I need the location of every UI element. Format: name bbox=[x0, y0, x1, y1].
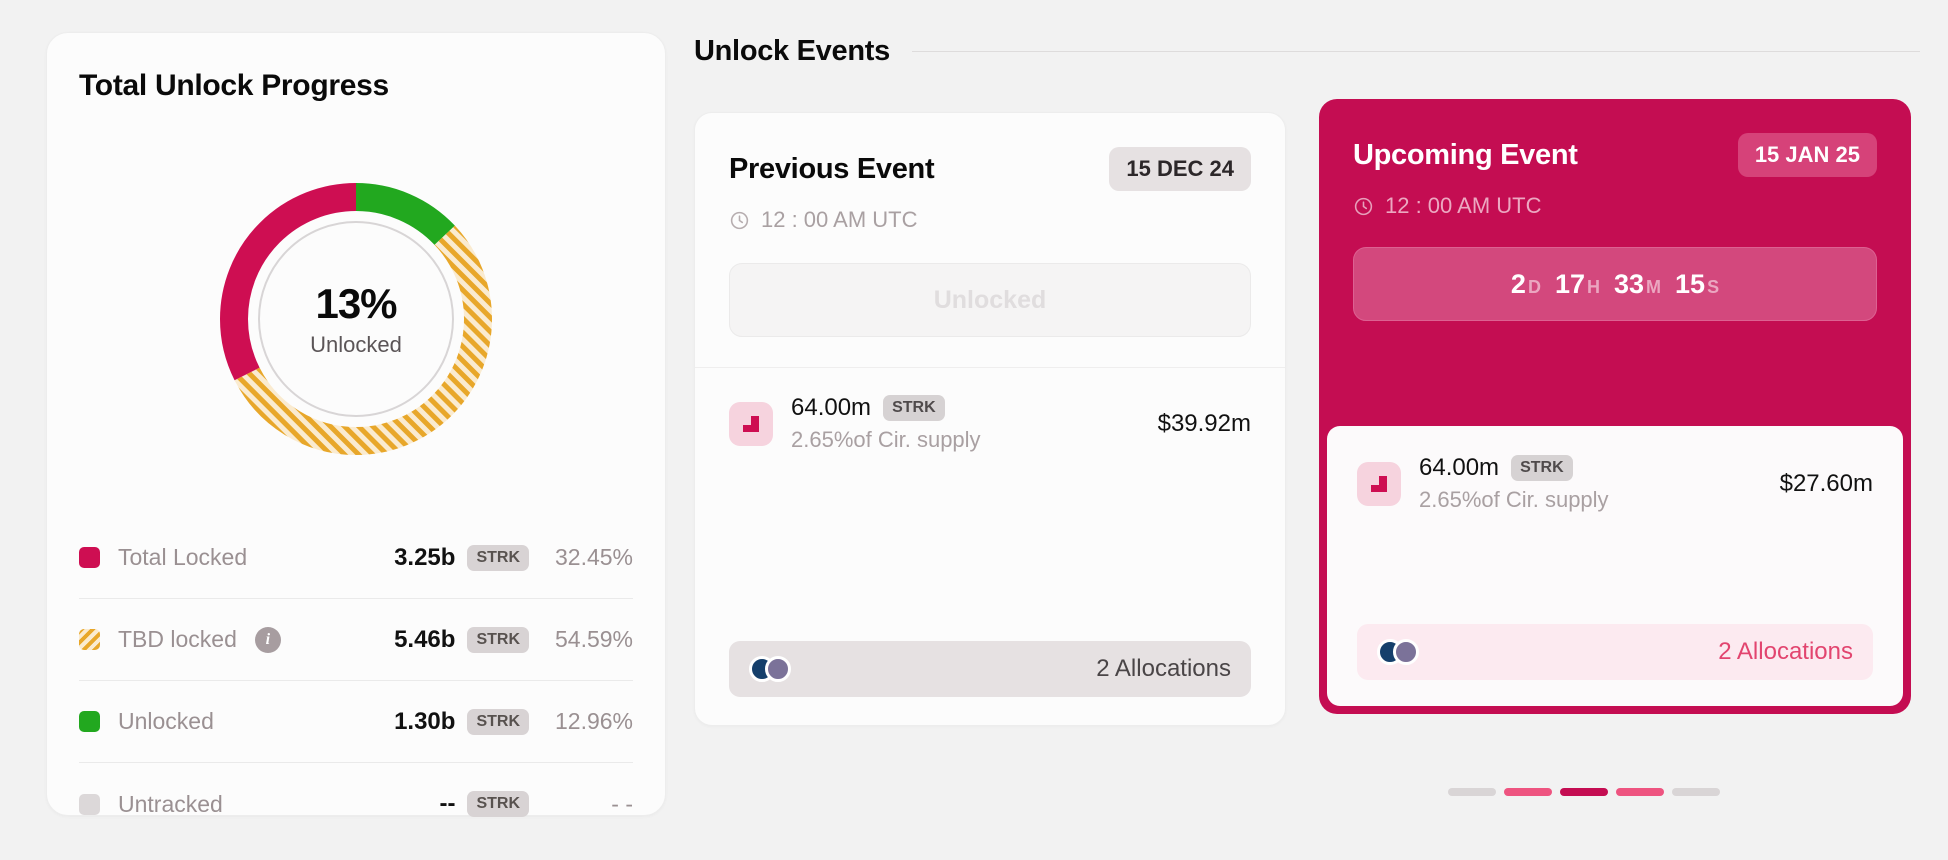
countdown-hours: 17 H bbox=[1555, 269, 1600, 300]
allocation-token-icon bbox=[1357, 461, 1401, 506]
legend-percent-unlocked: 12.96% bbox=[554, 708, 633, 734]
previous-event-card[interactable]: Previous Event 15 DEC 24 12 : 00 AM UTC … bbox=[694, 112, 1286, 726]
countdown-minutes-value: 33 bbox=[1613, 268, 1645, 299]
legend-chip-untracked: STRK bbox=[467, 791, 529, 817]
upcoming-event-title: Upcoming Event bbox=[1353, 138, 1578, 171]
upcoming-allocation-supply-note: 2.65%of Cir. supply bbox=[1419, 487, 1609, 512]
swatch-total-locked-icon bbox=[79, 547, 100, 568]
unlock-legend-table: Total Locked 3.25b STRK 32.45% TBD locke… bbox=[79, 517, 633, 845]
previous-allocation-usd: $39.92m bbox=[1157, 409, 1251, 437]
pagination-dot-5[interactable] bbox=[1672, 788, 1720, 796]
upcoming-event-time: 12 : 00 AM UTC bbox=[1353, 193, 1877, 219]
previous-allocation-text: 64.00m STRK 2.65%of Cir. supply bbox=[791, 394, 981, 453]
upcoming-allocation-chip: STRK bbox=[1511, 455, 1573, 481]
upcoming-event-date-badge: 15 JAN 25 bbox=[1737, 133, 1877, 177]
unlock-donut-chart: 13% Unlocked bbox=[210, 173, 502, 465]
legend-chip-tbd-locked: STRK bbox=[467, 626, 529, 653]
upcoming-allocation-row: 64.00m STRK 2.65%of Cir. supply $27.60m bbox=[1327, 426, 1903, 513]
previous-event-header: Previous Event 15 DEC 24 12 : 00 AM UTC … bbox=[695, 113, 1285, 367]
countdown-days-value: 2 bbox=[1510, 268, 1526, 299]
previous-event-time-text: 12 : 00 AM UTC bbox=[761, 207, 918, 232]
upcoming-event-time-text: 12 : 00 AM UTC bbox=[1385, 193, 1542, 218]
unlock-events-header: Unlock Events bbox=[694, 30, 1920, 72]
countdown-seconds-unit: S bbox=[1707, 276, 1720, 297]
previous-allocation-amount: 64.00m bbox=[791, 394, 872, 421]
legend-row-unlocked: Unlocked 1.30b STRK 12.96% bbox=[79, 681, 633, 763]
previous-allocation-supply-note: 2.65%of Cir. supply bbox=[791, 427, 981, 452]
countdown-hours-value: 17 bbox=[1554, 268, 1585, 299]
legend-value-tbd-locked: 5.46b bbox=[394, 625, 456, 653]
avatar bbox=[765, 656, 791, 682]
upcoming-event-header: Upcoming Event 15 JAN 25 12 : 00 AM UTC … bbox=[1319, 99, 1911, 349]
countdown-seconds-value: 15 bbox=[1675, 268, 1706, 299]
previous-event-title: Previous Event bbox=[729, 152, 935, 185]
donut-center-label: 13% Unlocked bbox=[258, 221, 454, 417]
swatch-tbd-locked-icon bbox=[79, 629, 100, 650]
countdown-seconds: 15 S bbox=[1675, 269, 1719, 300]
countdown-days-unit: D bbox=[1527, 276, 1541, 297]
countdown-days: 2 D bbox=[1511, 269, 1541, 300]
pagination-dot-3-active[interactable] bbox=[1560, 788, 1608, 796]
previous-allocations-footer[interactable]: 2 Allocations bbox=[729, 641, 1251, 697]
upcoming-allocation-usd: $27.60m bbox=[1779, 469, 1873, 497]
legend-value-total-locked: 3.25b bbox=[394, 543, 456, 571]
legend-value-unlocked: 1.30b bbox=[394, 707, 456, 735]
previous-allocation-row: 64.00m STRK 2.65%of Cir. supply $39.92m bbox=[695, 368, 1285, 453]
countdown-hours-unit: H bbox=[1586, 276, 1600, 297]
header-divider bbox=[911, 50, 1920, 52]
allocation-avatars bbox=[1377, 639, 1423, 665]
previous-allocations-count: 2 Allocations bbox=[1096, 655, 1231, 682]
carousel-pagination[interactable] bbox=[1448, 788, 1720, 796]
clock-icon bbox=[730, 211, 749, 229]
previous-allocation-chip: STRK bbox=[883, 395, 945, 421]
swatch-unlocked-icon bbox=[79, 711, 100, 732]
donut-percent-value: 13% bbox=[315, 279, 397, 327]
unlocked-status-button[interactable]: Unlocked bbox=[729, 263, 1251, 337]
countdown-minutes: 33 M bbox=[1614, 269, 1661, 300]
legend-value-untracked: -- bbox=[439, 790, 456, 817]
legend-label-untracked: Untracked bbox=[118, 790, 223, 817]
legend-label-total-locked: Total Locked bbox=[118, 544, 248, 570]
legend-chip-unlocked: STRK bbox=[467, 708, 529, 735]
avatar bbox=[1393, 639, 1419, 665]
swatch-untracked-icon bbox=[79, 793, 100, 815]
legend-percent-tbd-locked: 54.59% bbox=[554, 626, 633, 652]
allocation-avatars bbox=[749, 656, 795, 682]
pagination-dot-1[interactable] bbox=[1448, 788, 1496, 796]
upcoming-allocation-amount: 64.00m bbox=[1419, 454, 1500, 481]
legend-percent-untracked: - - bbox=[611, 790, 633, 817]
upcoming-event-card[interactable]: Upcoming Event 15 JAN 25 12 : 00 AM UTC … bbox=[1319, 99, 1911, 714]
token-glyph-icon bbox=[1371, 475, 1387, 492]
legend-row-tbd-locked: TBD locked i 5.46b STRK 54.59% bbox=[79, 599, 633, 681]
previous-event-date-badge: 15 DEC 24 bbox=[1109, 147, 1251, 191]
clock-icon bbox=[1354, 197, 1373, 215]
legend-label-tbd-locked: TBD locked bbox=[118, 626, 237, 652]
info-icon[interactable]: i bbox=[254, 626, 281, 653]
pagination-dot-2[interactable] bbox=[1504, 788, 1552, 796]
legend-percent-total-locked: 32.45% bbox=[554, 544, 633, 570]
legend-label-unlocked: Unlocked bbox=[118, 708, 214, 734]
legend-chip-total-locked: STRK bbox=[467, 544, 529, 571]
previous-event-time: 12 : 00 AM UTC bbox=[729, 207, 1251, 233]
token-glyph-icon bbox=[743, 415, 759, 432]
legend-row-untracked: Untracked -- STRK - - bbox=[79, 763, 633, 845]
donut-percent-caption: Unlocked bbox=[310, 331, 402, 357]
legend-row-total-locked: Total Locked 3.25b STRK 32.45% bbox=[79, 517, 633, 599]
upcoming-allocations-footer[interactable]: 2 Allocations bbox=[1357, 624, 1873, 680]
upcoming-allocations-count: 2 Allocations bbox=[1718, 638, 1853, 665]
unlock-dashboard: Total Unlock Progress 13% Unlocked Total… bbox=[0, 0, 1948, 860]
pagination-dot-4[interactable] bbox=[1616, 788, 1664, 796]
countdown-minutes-unit: M bbox=[1646, 276, 1662, 297]
upcoming-event-panel: 64.00m STRK 2.65%of Cir. supply $27.60m … bbox=[1327, 426, 1903, 706]
page-title: Total Unlock Progress bbox=[79, 69, 389, 102]
allocation-token-icon bbox=[729, 401, 773, 446]
section-title: Unlock Events bbox=[694, 34, 890, 67]
upcoming-allocation-text: 64.00m STRK 2.65%of Cir. supply bbox=[1419, 454, 1609, 513]
unlocked-status-label: Unlocked bbox=[933, 285, 1047, 314]
total-unlock-progress-card: Total Unlock Progress 13% Unlocked Total… bbox=[46, 32, 666, 817]
countdown-timer: 2 D 17 H 33 M 15 S bbox=[1353, 247, 1877, 321]
